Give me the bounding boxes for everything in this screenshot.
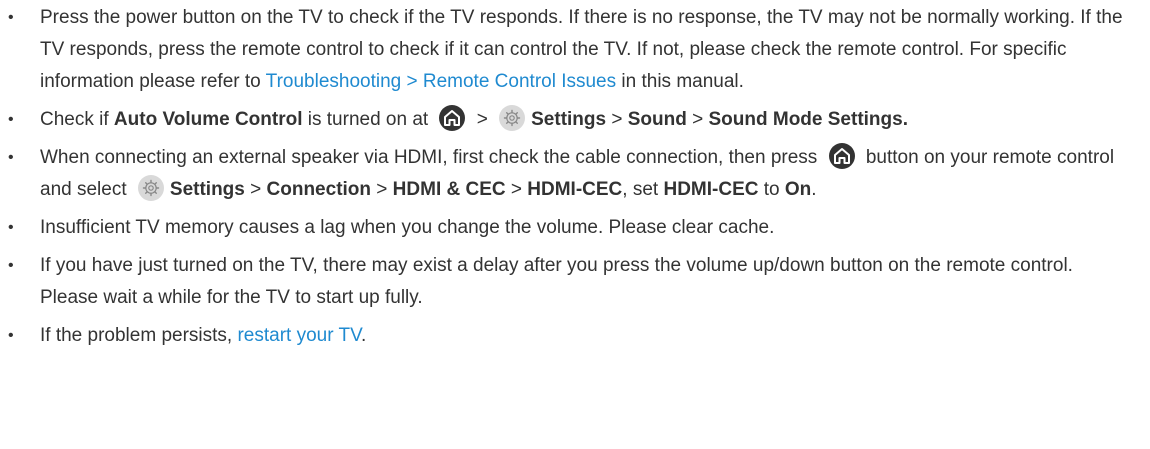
sound-mode-settings-term: Sound Mode Settings. xyxy=(708,109,909,130)
item-text: . xyxy=(361,325,367,346)
home-icon xyxy=(828,142,855,169)
bullet-dot: • xyxy=(8,9,14,26)
bullet-dot: • xyxy=(8,327,14,344)
item-text: If you have just turned on the TV, there… xyxy=(40,255,1073,308)
bullet-dot: • xyxy=(8,219,14,236)
list-item: • If the problem persists, restart your … xyxy=(0,320,1130,352)
item-text: is turned on at xyxy=(302,109,434,130)
sound-term: Sound xyxy=(627,109,687,130)
troubleshooting-section: • Press the power button on the TV to ch… xyxy=(0,2,1150,352)
item-text: When connecting an external speaker via … xyxy=(40,147,823,168)
bullet-dot: • xyxy=(8,111,14,128)
home-icon xyxy=(439,104,466,131)
list-item: • Press the power button on the TV to ch… xyxy=(0,2,1130,98)
item-text: to xyxy=(758,179,785,200)
separator: > xyxy=(686,109,709,130)
separator: > xyxy=(505,179,528,200)
settings-gear-icon xyxy=(137,174,164,201)
bullet-dot: • xyxy=(8,149,14,166)
troubleshooting-remote-link[interactable]: Troubleshooting > Remote Control Issues xyxy=(266,71,616,92)
list-item: • Insufficient TV memory causes a lag wh… xyxy=(0,212,1130,244)
item-text: If the problem persists, xyxy=(40,325,238,346)
separator: > xyxy=(244,179,267,200)
connection-term: Connection xyxy=(266,179,372,200)
settings-gear-icon xyxy=(499,104,526,131)
list-item: • Check if Auto Volume Control is turned… xyxy=(0,104,1130,136)
auto-volume-control-term: Auto Volume Control xyxy=(113,109,303,130)
item-text: in this manual. xyxy=(616,71,744,92)
separator: > xyxy=(371,179,393,200)
item-text: Check if xyxy=(40,109,114,130)
list-item: • If you have just turned on the TV, the… xyxy=(0,250,1130,314)
bullet-dot: • xyxy=(8,257,14,274)
restart-tv-link[interactable]: restart your TV xyxy=(237,325,361,346)
on-term: On xyxy=(784,179,812,200)
hdmi-cec-setting-term: HDMI-CEC xyxy=(663,179,759,200)
separator: > xyxy=(606,109,628,130)
item-text: . xyxy=(811,179,817,200)
settings-term: Settings xyxy=(169,179,245,200)
hdmi-cec-menu-term: HDMI & CEC xyxy=(392,179,506,200)
list-item: • When connecting an external speaker vi… xyxy=(0,142,1130,206)
hdmi-cec-term: HDMI-CEC xyxy=(527,179,623,200)
item-text: , set xyxy=(622,179,664,200)
separator: > xyxy=(471,109,494,130)
bullet-list: • Press the power button on the TV to ch… xyxy=(0,2,1130,352)
item-text: Insufficient TV memory causes a lag when… xyxy=(40,217,775,238)
settings-term: Settings xyxy=(531,109,607,130)
